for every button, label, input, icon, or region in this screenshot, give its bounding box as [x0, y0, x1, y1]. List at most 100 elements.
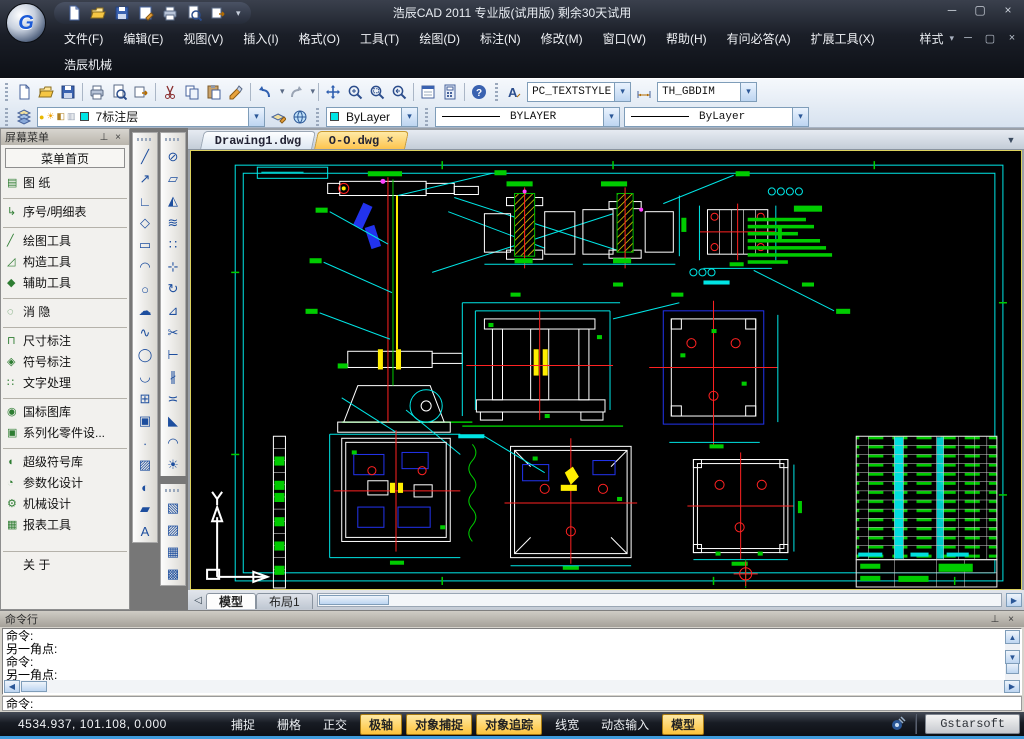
screen-menu-item-dimension[interactable]: ⊓ 尺寸标注 ▶	[3, 327, 127, 351]
document-tab[interactable]: O-O.dwg ×	[315, 131, 410, 149]
scroll-left-icon[interactable]: ◀	[4, 680, 20, 693]
draw-tool-polyline[interactable]: ∟	[133, 190, 157, 212]
color-combo[interactable]: ByLayer ▾	[326, 107, 418, 127]
status-toggle-grid[interactable]: 栅格	[268, 714, 310, 735]
layer-manager-button[interactable]	[13, 106, 35, 128]
close-icon[interactable]: ×	[1003, 614, 1019, 625]
draw-tool-hatch[interactable]: ▨	[133, 454, 157, 476]
pin-icon[interactable]: ⊥	[987, 614, 1003, 625]
horizontal-scrollbar[interactable]: ◀ ▶	[4, 680, 1020, 693]
app-logo-icon[interactable]: G	[6, 3, 46, 43]
status-toggle-snap[interactable]: 捕捉	[222, 714, 264, 735]
combo-arrow-icon[interactable]: ▾	[614, 83, 630, 101]
minimize-button[interactable]: ─	[942, 3, 962, 17]
menu-item[interactable]: 格式(O)	[289, 27, 350, 50]
modify-tool-trim[interactable]: ✂	[161, 322, 185, 344]
properties-button[interactable]	[417, 81, 439, 103]
cut-button[interactable]	[159, 81, 181, 103]
match-properties-button[interactable]	[225, 81, 247, 103]
toolbar-grip[interactable]	[423, 108, 430, 126]
scroll-up-icon[interactable]: ▲	[1005, 630, 1020, 644]
status-toggle-lineweight[interactable]: 线宽	[546, 714, 588, 735]
print-preview-button[interactable]	[108, 81, 130, 103]
tab-list-dropdown-icon[interactable]: ▼	[1000, 132, 1022, 148]
screen-menu-item-assist-tools[interactable]: ◆ 辅助工具 ▶	[3, 272, 127, 293]
layout-tab-model[interactable]: 模型	[206, 593, 256, 609]
status-toggle-otrack[interactable]: 对象追踪	[476, 714, 542, 735]
combo-arrow-icon[interactable]: ▾	[792, 108, 808, 126]
save-as-button[interactable]	[136, 3, 156, 23]
modify-tool-copy[interactable]: ▱	[161, 168, 185, 190]
status-toggle-polar[interactable]: 极轴	[360, 714, 402, 735]
draw-tool-revision-cloud[interactable]: ☁	[133, 300, 157, 322]
modify-tool-extend[interactable]: ⊢	[161, 344, 185, 366]
toolbar-grip[interactable]	[165, 487, 181, 494]
tab-nav-left-icon[interactable]: ◁	[190, 595, 206, 606]
menu-item[interactable]: 视图(V)	[173, 27, 233, 50]
toolbar-grip[interactable]	[137, 136, 153, 143]
save-button[interactable]	[57, 81, 79, 103]
draw-tool-gradient[interactable]: ◐	[133, 476, 157, 498]
text-style-button[interactable]: A	[503, 81, 525, 103]
draworder-tool-bring-above[interactable]: ▦	[161, 541, 185, 563]
zoom-previous-button[interactable]	[388, 81, 410, 103]
close-icon[interactable]: ×	[111, 132, 125, 143]
drawing-canvas[interactable]	[190, 150, 1022, 590]
scroll-down-icon[interactable]: ▼	[1005, 650, 1020, 664]
gstarsoft-button[interactable]: Gstarsoft	[925, 714, 1020, 734]
layer-states-button[interactable]	[267, 106, 289, 128]
toolbar-grip[interactable]	[165, 136, 181, 143]
quick-calc-button[interactable]	[439, 81, 461, 103]
menu-item[interactable]: 帮助(H)	[656, 27, 717, 50]
draw-tool-region[interactable]: ▰	[133, 498, 157, 520]
draw-tool-rectangle[interactable]: ▭	[133, 234, 157, 256]
print-button[interactable]	[160, 3, 180, 23]
combo-arrow-icon[interactable]: ▾	[401, 108, 417, 126]
screen-menu-item-mechanical-design[interactable]: ⚙ 机械设计 ▶	[3, 493, 127, 514]
modify-tool-mirror[interactable]: ◭	[161, 190, 185, 212]
new-button[interactable]	[13, 81, 35, 103]
menu-item[interactable]: 绘图(D)	[409, 27, 470, 50]
combo-arrow-icon[interactable]: ▾	[248, 108, 264, 126]
open-button[interactable]	[88, 3, 108, 23]
draw-tool-insert-block[interactable]: ⊞	[133, 388, 157, 410]
status-toggle-ortho[interactable]: 正交	[314, 714, 356, 735]
menu-item[interactable]: 编辑(E)	[113, 27, 173, 50]
draworder-tool-bring-to-front[interactable]: ▧	[161, 497, 185, 519]
zoom-realtime-button[interactable]	[344, 81, 366, 103]
scroll-right-icon[interactable]: ▶	[1006, 593, 1022, 607]
draw-tool-make-block[interactable]: ▣	[133, 410, 157, 432]
scrollbar-thumb[interactable]	[21, 681, 47, 692]
document-tab[interactable]: Drawing1.dwg ×	[200, 131, 316, 149]
undo-button[interactable]	[254, 81, 276, 103]
menu-item[interactable]: 标注(N)	[470, 27, 531, 50]
draw-tool-ellipse[interactable]: ◯	[133, 344, 157, 366]
menu-item[interactable]: 有问必答(A)	[717, 27, 801, 50]
modify-tool-join[interactable]: ≍	[161, 388, 185, 410]
save-button[interactable]	[112, 3, 132, 23]
redo-button[interactable]	[285, 81, 307, 103]
draw-tool-point[interactable]: ∙	[133, 432, 157, 454]
screen-menu-item-gb-library[interactable]: ◉ 国标图库 ▶	[3, 398, 127, 422]
zoom-window-button[interactable]	[366, 81, 388, 103]
modify-tool-fillet[interactable]: ◠	[161, 432, 185, 454]
lineweight-combo[interactable]: ByLayer ▾	[624, 107, 809, 127]
draw-tool-text[interactable]: A	[133, 520, 157, 542]
toolbar-grip[interactable]	[3, 83, 10, 101]
chevron-down-icon[interactable]: ▾	[949, 33, 954, 44]
modify-tool-move[interactable]: ⊹	[161, 256, 185, 278]
modify-tool-offset[interactable]: ≋	[161, 212, 185, 234]
publish-button[interactable]	[130, 81, 152, 103]
draw-tool-arc[interactable]: ◠	[133, 256, 157, 278]
screen-menu-item-symbol[interactable]: ◈ 符号标注 ▶	[3, 351, 127, 372]
open-button[interactable]	[35, 81, 57, 103]
modify-tool-explode[interactable]: ☀	[161, 454, 185, 476]
restore-button[interactable]: ▢	[970, 3, 990, 17]
new-button[interactable]	[64, 3, 84, 23]
screen-menu-item-series-parts[interactable]: ▣ 系列化零件设... ▶	[3, 422, 127, 443]
doc-close-button[interactable]: ×	[1004, 32, 1020, 44]
menu-item[interactable]: 窗口(W)	[593, 27, 656, 50]
draw-tool-polygon[interactable]: ◇	[133, 212, 157, 234]
help-button[interactable]: ?	[468, 81, 490, 103]
redo-dropdown-icon[interactable]: ▾	[307, 86, 316, 97]
